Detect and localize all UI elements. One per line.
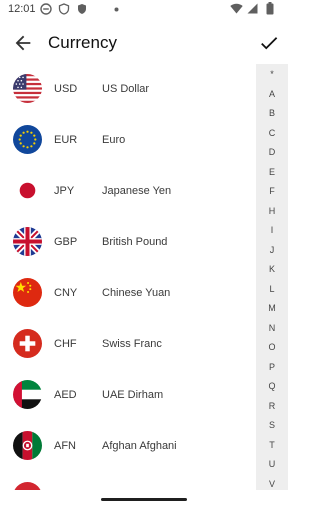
navigation-bar [0,490,288,512]
security-icon [78,4,86,14]
index-letter[interactable]: M [256,303,288,313]
cn-flag-icon [13,278,42,307]
currency-code: JPY [54,185,75,197]
app-bar: Currency [0,20,288,64]
currency-name: US Dollar [102,83,150,95]
index-letter[interactable]: J [256,245,288,255]
eu-flag-icon [13,125,42,154]
index-letter[interactable]: P [256,362,288,372]
us-flag-icon [13,74,42,103]
index-letter[interactable]: T [256,440,288,450]
currency-name: Swiss Franc [102,338,162,350]
page-title: Currency [48,33,117,52]
af-flag-icon [13,431,42,460]
index-letter[interactable]: B [256,108,288,118]
currency-code: CHF [54,338,77,350]
currency-row-jpy[interactable]: JPY Japanese Yen [0,166,256,217]
index-letter[interactable]: R [256,401,288,411]
index-letter[interactable]: L [256,284,288,294]
index-letter[interactable]: U [256,459,288,469]
status-bar: 12:01 [0,0,288,20]
next-flag-icon [13,482,42,490]
currency-row-cny[interactable]: CNY Chinese Yuan [0,268,256,319]
currency-code: EUR [54,134,78,146]
currency-row-usd[interactable]: USD US Dollar [0,64,256,115]
currency-name: Chinese Yuan [102,287,171,299]
currency-code: AED [54,389,77,401]
shield-icon [58,3,70,15]
currency-row-eur[interactable]: EUR Euro [0,115,256,166]
currency-code: CNY [54,287,78,299]
index-letter[interactable]: K [256,264,288,274]
home-gesture-handle[interactable] [101,498,187,501]
index-letter[interactable]: Q [256,381,288,391]
notification-dot-icon [114,7,119,12]
currency-name: Euro [102,134,126,146]
currency-row-gbp[interactable]: GBP British Pound [0,217,256,268]
currency-row-partial[interactable] [0,472,256,490]
index-letter[interactable]: V [256,479,288,489]
currency-name: Afghan Afghani [102,440,177,452]
confirm-check-icon[interactable] [258,32,280,54]
index-letter[interactable]: H [256,206,288,216]
index-letter[interactable]: F [256,186,288,196]
currency-code: AFN [54,440,76,452]
index-letter[interactable]: D [256,147,288,157]
index-letter[interactable]: I [256,225,288,235]
do-not-disturb-icon [40,3,52,15]
jp-flag-icon [13,176,42,205]
currency-row-aed[interactable]: AED UAE Dirham [0,370,256,421]
currency-name: British Pound [102,236,168,248]
battery-icon [266,2,274,15]
alphabet-index[interactable]: * A B C D E F H I J K L M N O P Q R S T … [256,64,288,508]
gb-flag-icon [13,227,42,256]
currency-name: Japanese Yen [102,185,172,197]
index-letter[interactable]: O [256,342,288,352]
index-letter[interactable]: N [256,323,288,333]
currency-code: GBP [54,236,78,248]
wifi-icon [230,3,243,14]
index-letter[interactable]: E [256,167,288,177]
index-letter[interactable]: A [256,89,288,99]
cell-signal-icon [247,3,258,14]
currency-row-chf[interactable]: CHF Swiss Franc [0,319,256,370]
ae-flag-icon [13,380,42,409]
back-arrow-icon[interactable] [12,32,34,54]
currency-list: USD US Dollar EUR Euro JPY Japanese Yen … [0,64,256,490]
index-letter[interactable]: * [256,69,288,79]
currency-name: UAE Dirham [102,389,164,401]
status-time: 12:01 [8,3,36,15]
currency-code: USD [54,83,78,95]
currency-row-afn[interactable]: AFN Afghan Afghani [0,421,256,472]
index-letter[interactable]: S [256,420,288,430]
ch-flag-icon [13,329,42,358]
index-letter[interactable]: C [256,128,288,138]
